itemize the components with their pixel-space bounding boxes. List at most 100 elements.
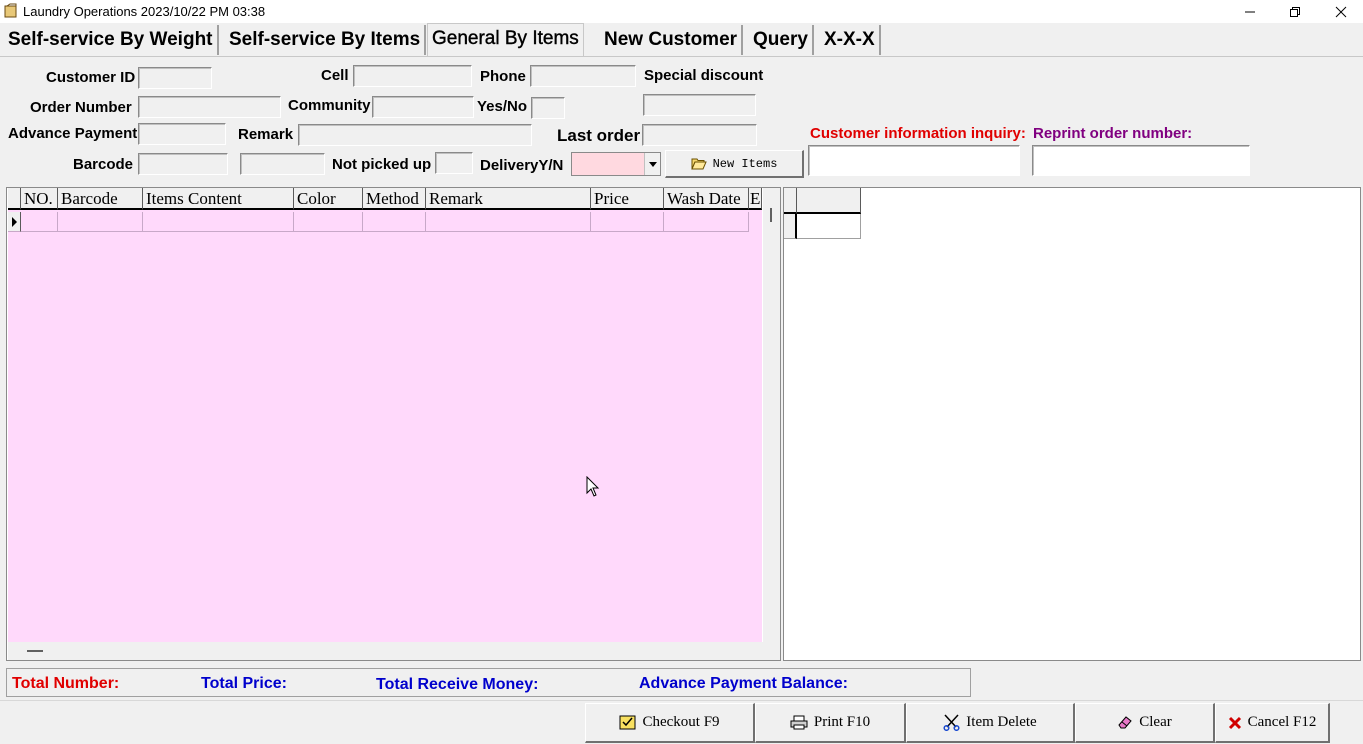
folder-open-icon <box>690 157 707 170</box>
reprint-order-input[interactable] <box>1032 145 1250 176</box>
chevron-down-icon[interactable] <box>644 153 660 175</box>
barcode-label: Barcode <box>73 156 134 173</box>
tab-query[interactable]: Query <box>749 25 814 55</box>
customer-id-label: Customer ID <box>46 69 136 86</box>
total-number-label: Total Number: <box>12 675 120 692</box>
not-picked-up-label: Not picked up <box>332 156 432 173</box>
cell-input[interactable] <box>353 65 472 87</box>
grid-cell[interactable] <box>143 212 294 232</box>
column-header-e[interactable]: E <box>749 188 762 210</box>
totals-bar: Total Number: Total Price: Total Receive… <box>6 668 971 697</box>
total-receive-money-label: Total Receive Money: <box>376 676 539 693</box>
cancel-label: Cancel F12 <box>1247 714 1317 730</box>
delivery-select[interactable] <box>571 152 661 176</box>
order-number-input[interactable] <box>138 96 281 118</box>
customer-id-input[interactable] <box>138 67 212 89</box>
column-header-items-content[interactable]: Items Content <box>143 188 294 210</box>
row-header-corner <box>784 188 797 214</box>
tab-self-service-by-items[interactable]: Self-service By Items <box>225 25 427 55</box>
row-selector[interactable] <box>784 214 797 239</box>
phone-label: Phone <box>480 68 526 85</box>
delivery-label: DeliveryY/N <box>480 157 564 174</box>
phone-input[interactable] <box>530 65 636 87</box>
current-row-arrow-icon <box>12 217 17 227</box>
tab-x-x-x[interactable]: X-X-X <box>820 25 881 55</box>
community-label: Community <box>288 97 371 114</box>
grid-cell[interactable] <box>426 212 591 232</box>
scissors-icon <box>943 714 960 731</box>
column-header-price[interactable]: Price <box>591 188 664 210</box>
total-price-label: Total Price: <box>201 675 287 692</box>
special-discount-label: Special discount <box>644 67 764 84</box>
customer-inquiry-label: Customer information inquiry: <box>810 125 1026 142</box>
grid-cell[interactable] <box>591 212 664 232</box>
column-header-no[interactable]: NO. <box>21 188 58 210</box>
grid-cell[interactable] <box>664 212 749 232</box>
column-header-color[interactable]: Color <box>294 188 363 210</box>
tab-new-customer[interactable]: New Customer <box>600 25 744 55</box>
close-button[interactable] <box>1318 0 1363 23</box>
last-order-input[interactable] <box>642 124 757 146</box>
order-number-label: Order Number <box>30 99 132 116</box>
tab-strip: Self-service By Weight Self-service By I… <box>0 23 1363 57</box>
yes-no-label: Yes/No <box>477 98 528 115</box>
grid-cell[interactable] <box>58 212 143 232</box>
new-items-label: New Items <box>712 156 778 171</box>
item-delete-label: Item Delete <box>966 714 1037 730</box>
advance-payment-label: Advance Payment <box>8 125 138 142</box>
items-grid[interactable]: NO. Barcode Items Content Color Method R… <box>6 187 781 661</box>
vertical-scrollbar[interactable] <box>763 188 780 660</box>
mouse-cursor-icon <box>586 475 600 498</box>
column-header-wash-date[interactable]: Wash Date <box>664 188 749 210</box>
eraser-icon <box>1117 715 1133 730</box>
print-label: Print F10 <box>813 714 871 730</box>
cell-label: Cell <box>321 67 349 84</box>
title-bar: Laundry Operations 2023/10/22 PM 03:38 <box>0 0 1363 23</box>
customer-inquiry-input[interactable] <box>808 145 1020 176</box>
cancel-button[interactable]: Cancel F12 <box>1215 703 1330 743</box>
column-header-barcode[interactable]: Barcode <box>58 188 143 210</box>
action-bar: Checkout F9 Print F10 Item Delete Clear … <box>0 700 1363 744</box>
column-header[interactable] <box>797 188 861 214</box>
grid-cell[interactable] <box>21 212 58 232</box>
remark-label: Remark <box>238 126 294 143</box>
scroll-thumb[interactable] <box>27 650 43 652</box>
barcode-secondary-input[interactable] <box>240 153 325 175</box>
tab-general-by-items[interactable]: General By Items <box>427 23 584 56</box>
maximize-button[interactable] <box>1272 0 1318 23</box>
tab-self-service-by-weight[interactable]: Self-service By Weight <box>4 25 219 55</box>
advance-payment-input[interactable] <box>138 123 226 145</box>
community-input[interactable] <box>372 96 474 118</box>
barcode-input[interactable] <box>138 153 228 175</box>
window-title: Laundry Operations 2023/10/22 PM 03:38 <box>23 4 266 19</box>
row-header-corner <box>8 188 21 210</box>
grid-cell[interactable] <box>797 214 861 239</box>
yes-no-input[interactable] <box>531 97 565 119</box>
order-form: Customer ID Cell Phone Special discount … <box>0 58 1363 184</box>
column-header-method[interactable]: Method <box>363 188 426 210</box>
printer-icon <box>790 715 808 730</box>
minimize-button[interactable] <box>1227 0 1273 23</box>
last-order-label: Last order <box>557 126 641 145</box>
grid-cell[interactable] <box>363 212 426 232</box>
checklist-icon <box>619 715 636 730</box>
remark-input[interactable] <box>298 124 532 146</box>
item-delete-button[interactable]: Item Delete <box>906 703 1075 743</box>
right-panel-grid[interactable] <box>783 187 1361 661</box>
checkout-label: Checkout F9 <box>642 714 720 730</box>
print-button[interactable]: Print F10 <box>755 703 906 743</box>
column-header-remark[interactable]: Remark <box>426 188 591 210</box>
not-picked-up-input[interactable] <box>435 152 473 174</box>
special-discount-input[interactable] <box>643 94 756 116</box>
scroll-thumb[interactable] <box>770 208 772 222</box>
checkout-button[interactable]: Checkout F9 <box>585 703 755 743</box>
red-x-icon <box>1228 716 1242 730</box>
grid-cell[interactable] <box>294 212 363 232</box>
horizontal-scrollbar[interactable] <box>8 642 763 660</box>
grid-body <box>8 189 762 642</box>
reprint-order-label: Reprint order number: <box>1033 125 1193 142</box>
new-items-button[interactable]: New Items <box>665 150 804 178</box>
row-selector[interactable] <box>8 212 21 232</box>
advance-payment-balance-label: Advance Payment Balance: <box>639 675 848 692</box>
clear-button[interactable]: Clear <box>1075 703 1215 743</box>
